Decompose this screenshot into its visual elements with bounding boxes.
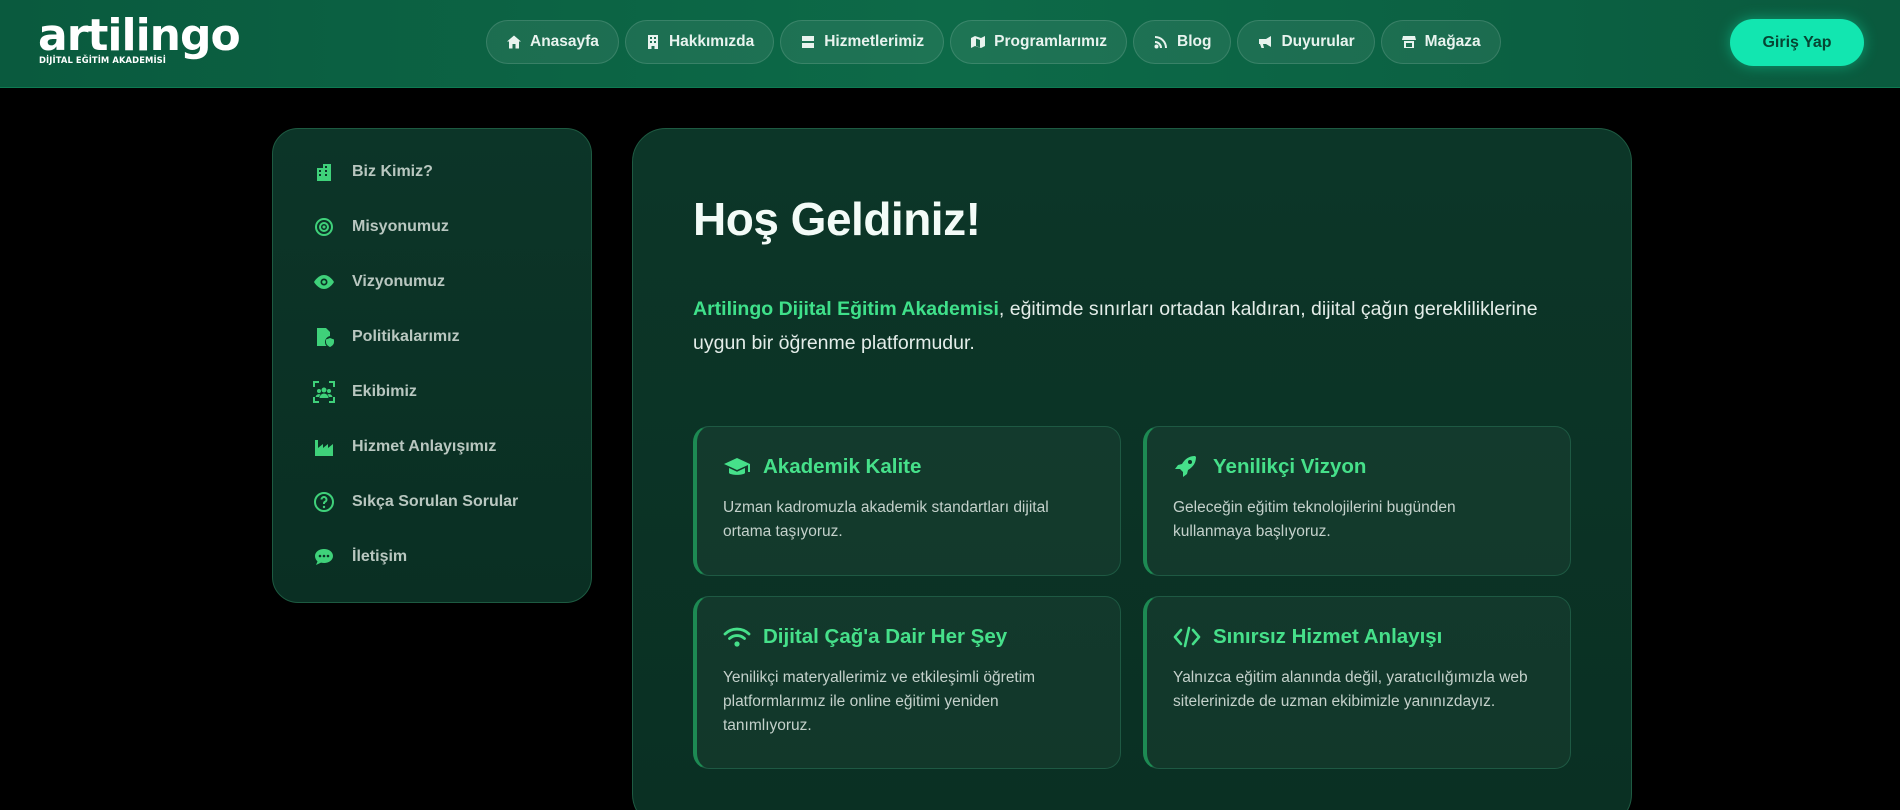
feature-card-dijital-cag: Dijital Çağ'a Dair Her Şey Yenilikçi mat… bbox=[693, 596, 1121, 769]
feature-title-text: Dijital Çağ'a Dair Her Şey bbox=[763, 625, 1008, 648]
sidebar-item-politikalarimiz[interactable]: Politikalarımız bbox=[313, 322, 460, 352]
sidebar-item-label: Vizyonumuz bbox=[352, 273, 446, 290]
eye-icon bbox=[314, 275, 334, 289]
welcome-card: Hoş Geldiniz! Artilingo Dijital Eğitim A… bbox=[632, 128, 1632, 810]
file-shield-icon bbox=[317, 328, 334, 347]
feature-card-yenilikci-vizyon: Yenilikçi Vizyon Geleceğin eğitim teknol… bbox=[1143, 426, 1571, 576]
nav-item-hizmetlerimiz[interactable]: Hizmetlerimiz bbox=[780, 20, 945, 64]
home-icon bbox=[507, 35, 521, 49]
wifi-icon bbox=[723, 627, 751, 647]
feature-title: Akademik Kalite bbox=[723, 455, 921, 479]
nav-item-label: Programlarımız bbox=[994, 33, 1108, 50]
sidebar-item-label: İletişim bbox=[352, 548, 408, 565]
chat-icon bbox=[315, 549, 333, 565]
login-button[interactable]: Giriş Yap bbox=[1730, 19, 1864, 66]
sidebar-item-vizyonumuz[interactable]: Vizyonumuz bbox=[313, 267, 445, 297]
nav-item-label: Blog bbox=[1177, 33, 1212, 50]
nav-item-hakkimizda[interactable]: Hakkımızda bbox=[624, 20, 775, 64]
rocket-icon bbox=[1175, 456, 1196, 477]
nav-item-anasayfa[interactable]: Anasayfa bbox=[486, 20, 619, 64]
target-icon bbox=[315, 218, 333, 236]
sidebar-item-label: Politikalarımız bbox=[352, 328, 460, 345]
nav-item-blog[interactable]: Blog bbox=[1133, 20, 1232, 64]
feature-description: Geleceğin eğitim teknolojilerini bugünde… bbox=[1173, 499, 1456, 540]
intro-brand-name: Artilingo Dijital Eğitim Akademisi bbox=[693, 298, 999, 320]
nav-item-label: Hizmetlerimiz bbox=[824, 33, 925, 50]
sidebar-item-sss[interactable]: Sıkça Sorulan Sorular bbox=[313, 487, 518, 517]
feature-card-akademik-kalite: Akademik Kalite Uzman kadromuzla akademi… bbox=[693, 426, 1121, 576]
artilingo-logo[interactable]: artilingo DİJİTAL EĞİTİM AKADEMİSİ bbox=[38, 10, 241, 70]
feature-description: Yalnızca eğitim alanında değil, yaratıcı… bbox=[1173, 669, 1528, 710]
feature-description: Yenilikçi materyallerimiz ve etkileşimli… bbox=[723, 669, 1036, 734]
feature-title-text: Sınırsız Hizmet Anlayışı bbox=[1213, 625, 1443, 648]
sidebar-item-iletisim[interactable]: İletişim bbox=[313, 542, 407, 572]
feature-title: Yenilikçi Vizyon bbox=[1173, 455, 1366, 479]
sidebar-item-biz-kimiz[interactable]: Biz Kimiz? bbox=[313, 157, 433, 187]
sidebar-item-hizmet-anlayisimiz[interactable]: Hizmet Anlayışımız bbox=[313, 432, 496, 462]
code-icon bbox=[1173, 626, 1201, 648]
server-icon bbox=[802, 36, 815, 48]
nav-item-label: Mağaza bbox=[1424, 33, 1481, 50]
main-nav: Anasayfa Hakkımızda Hizmetlerimiz Progra… bbox=[486, 20, 1501, 64]
top-navbar: artilingo DİJİTAL EĞİTİM AKADEMİSİ Anasa… bbox=[0, 0, 1900, 88]
nav-item-programlarimiz[interactable]: Programlarımız bbox=[950, 20, 1128, 64]
sidebar-item-label: Misyonumuz bbox=[352, 218, 449, 235]
buildings-icon bbox=[317, 164, 331, 181]
megaphone-icon bbox=[1259, 36, 1272, 48]
feature-card-sinirsiz-hizmet: Sınırsız Hizmet Anlayışı Yalnızca eğitim… bbox=[1143, 596, 1571, 769]
sidebar-item-ekibimiz[interactable]: Ekibimiz bbox=[313, 377, 417, 407]
intro-paragraph: Artilingo Dijital Eğitim Akademisi, eğit… bbox=[693, 292, 1573, 360]
graduation-cap-icon bbox=[724, 458, 750, 475]
sidebar-item-label: Sıkça Sorulan Sorular bbox=[352, 493, 519, 510]
page-title: Hoş Geldiniz! bbox=[693, 193, 981, 245]
feature-title: Sınırsız Hizmet Anlayışı bbox=[1173, 625, 1442, 649]
nav-item-duyurular[interactable]: Duyurular bbox=[1237, 20, 1375, 64]
industry-icon bbox=[315, 440, 333, 456]
question-circle-icon bbox=[314, 492, 334, 512]
sidebar-item-label: Biz Kimiz? bbox=[352, 163, 433, 180]
feature-title: Dijital Çağ'a Dair Her Şey bbox=[723, 625, 1007, 649]
nav-item-label: Hakkımızda bbox=[668, 33, 755, 50]
feature-description: Uzman kadromuzla akademik standartları d… bbox=[723, 499, 1049, 540]
nav-item-label: Anasayfa bbox=[530, 33, 599, 50]
sidebar-item-label: Hizmet Anlayışımız bbox=[352, 438, 497, 455]
nav-item-magaza[interactable]: Mağaza bbox=[1380, 20, 1501, 64]
feature-title-text: Akademik Kalite bbox=[763, 455, 922, 478]
feature-title-text: Yenilikçi Vizyon bbox=[1213, 455, 1367, 478]
sidebar-item-misyonumuz[interactable]: Misyonumuz bbox=[313, 212, 449, 242]
nav-item-label: Duyurular bbox=[1281, 33, 1355, 50]
store-icon bbox=[1401, 36, 1416, 48]
team-icon bbox=[313, 381, 335, 403]
map-icon bbox=[971, 36, 986, 48]
building-icon bbox=[647, 35, 658, 49]
sidebar-item-label: Ekibimiz bbox=[352, 383, 417, 400]
logo-subtitle: DİJİTAL EĞİTİM AKADEMİSİ bbox=[39, 55, 167, 65]
about-sidebar: Biz Kimiz? Misyonumuz Vizyonumuz Politik… bbox=[272, 128, 592, 603]
rss-icon bbox=[1154, 36, 1168, 49]
